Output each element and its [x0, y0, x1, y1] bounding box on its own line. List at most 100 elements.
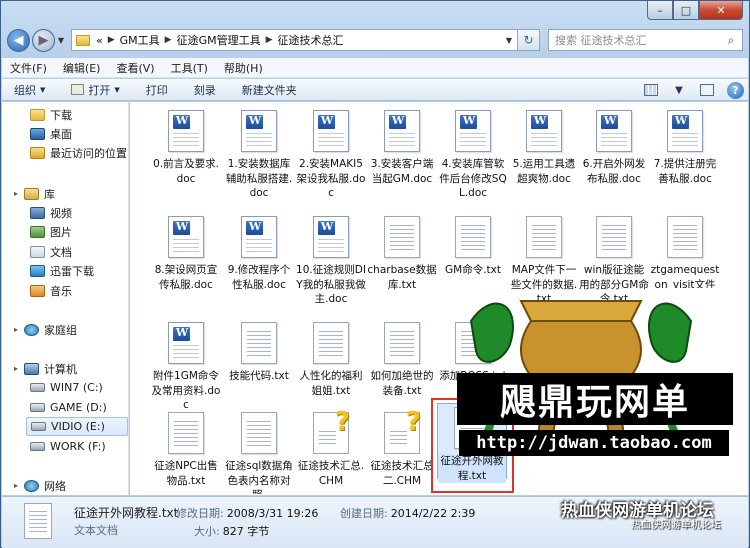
- breadcrumb: « ▶ GM工具 ▶ 征途GM管理工具 ▶ 征途技术总汇: [96, 32, 344, 48]
- view-options-dropdown[interactable]: ▼: [665, 81, 693, 99]
- file-item[interactable]: MAP文件下一些文件的数据.txt: [509, 216, 579, 307]
- downloads-folder-icon: [30, 108, 45, 121]
- view-icon: [644, 84, 658, 96]
- word-document-icon: [241, 110, 277, 152]
- nav-drive-c[interactable]: WIN7 (C:): [30, 378, 103, 397]
- menu-edit[interactable]: 编辑(E): [63, 60, 101, 76]
- nav-documents[interactable]: 文档: [30, 242, 72, 261]
- nav-label: WORK (F:): [50, 440, 106, 453]
- file-item[interactable]: 0.前言及要求.doc: [151, 110, 221, 186]
- menu-help[interactable]: 帮助(H): [224, 60, 263, 76]
- expand-arrow-icon[interactable]: ▸: [14, 481, 18, 490]
- minimize-button[interactable]: –: [647, 1, 673, 20]
- preview-pane-button[interactable]: [693, 81, 721, 99]
- file-item[interactable]: 附件1GM命令及常用资料.doc: [151, 322, 221, 413]
- refresh-button[interactable]: ↻: [518, 29, 540, 51]
- file-name: 5.运用工具遗超爽物.doc: [512, 158, 576, 185]
- menu-view[interactable]: 查看(V): [116, 60, 154, 76]
- details-pane: 征途开外网教程.txt 文本文档 修改日期: 2008/3/31 19:26 创建…: [2, 496, 748, 548]
- nav-pictures[interactable]: 图片: [30, 222, 72, 241]
- nav-downloads[interactable]: 下载: [30, 105, 72, 124]
- file-item[interactable]: 10.征途规则DIY我的私服我做主.doc: [296, 216, 366, 307]
- menu-bar: 文件(F) 编辑(E) 查看(V) 工具(T) 帮助(H): [2, 58, 748, 78]
- nav-computer[interactable]: 计算机: [24, 359, 77, 378]
- file-name: 9.修改程序个性私服.doc: [227, 264, 291, 291]
- file-item[interactable]: ztgamequeston_visit文件全部内容一览...: [650, 216, 720, 288]
- print-button[interactable]: 打印: [146, 82, 168, 98]
- nav-drive-e[interactable]: VIDIO (E:): [26, 417, 128, 436]
- file-item[interactable]: 7.提供注册完善私服.doc: [650, 110, 720, 186]
- address-dropdown-icon[interactable]: ▼: [501, 36, 517, 45]
- breadcrumb-separator-icon[interactable]: ▶: [165, 35, 172, 45]
- nav-music[interactable]: 音乐: [30, 281, 72, 300]
- open-button[interactable]: 打开 ▼: [71, 82, 120, 98]
- text-file-icon: [168, 412, 204, 454]
- breadcrumb-tech-summary[interactable]: 征途技术总汇: [278, 32, 344, 48]
- nav-homegroup[interactable]: 家庭组: [24, 320, 77, 339]
- breadcrumb-gm-tools[interactable]: GM工具: [120, 32, 160, 48]
- file-item[interactable]: 1.安装数据库辅助私服搭建.doc: [224, 110, 294, 201]
- details-modified: 修改日期: 2008/3/31 19:26: [176, 505, 318, 521]
- file-item[interactable]: 2.安装MAKI5 架设我私服.doc: [296, 110, 366, 201]
- expand-arrow-icon[interactable]: ▸: [14, 325, 18, 334]
- file-item[interactable]: win版征途能用的部分GM命令.txt: [579, 216, 649, 307]
- file-item[interactable]: 4.安装库管软件后台修改SQL.doc: [438, 110, 508, 201]
- nav-label: GAME (D:): [50, 401, 107, 414]
- breadcrumb-separator-icon[interactable]: ▶: [266, 35, 273, 45]
- file-item[interactable]: 征途技术汇总二.CHM: [367, 407, 437, 488]
- new-folder-button[interactable]: 新建文件夹: [242, 82, 297, 98]
- nav-recent[interactable]: 最近访问的位置: [30, 143, 127, 162]
- change-view-button[interactable]: [637, 81, 665, 99]
- file-item[interactable]: 8.架设网页宣传私服.doc: [151, 216, 221, 292]
- file-item[interactable]: charbase数据库.txt: [367, 216, 437, 292]
- file-item[interactable]: 3.安装客户端当起GM.doc: [367, 110, 437, 186]
- nav-network[interactable]: 网络: [24, 476, 66, 495]
- nav-drive-d[interactable]: GAME (D:): [30, 398, 107, 417]
- nav-desktop[interactable]: 桌面: [30, 124, 72, 143]
- expand-arrow-icon[interactable]: ▸: [14, 189, 18, 198]
- forward-button[interactable]: ▶: [32, 28, 55, 52]
- file-item[interactable]: GM命令.txt: [438, 216, 508, 278]
- nav-videos[interactable]: 视频: [30, 203, 72, 222]
- recent-pages-dropdown[interactable]: ▼: [55, 36, 67, 45]
- expand-arrow-icon[interactable]: ▸: [14, 364, 18, 373]
- breadcrumb-separator-icon[interactable]: ▶: [108, 35, 115, 45]
- file-name: 征途NPC出售物品.txt: [154, 460, 218, 487]
- file-item[interactable]: 征途技术汇总.CHM: [296, 407, 366, 488]
- nav-library[interactable]: 库: [24, 184, 55, 203]
- nav-thunder[interactable]: 迅雷下载: [30, 261, 94, 280]
- file-item[interactable]: 添加BOSS.txt: [438, 322, 508, 384]
- nav-label: 迅雷下载: [50, 264, 94, 278]
- search-input[interactable]: 搜索 征途技术总汇 ⌕: [548, 29, 743, 51]
- file-item[interactable]: 征途NPC出售物品.txt: [151, 412, 221, 488]
- search-icon[interactable]: ⌕: [720, 33, 742, 48]
- nav-label: 库: [44, 187, 55, 201]
- file-item[interactable]: 9.修改程序个性私服.doc: [224, 216, 294, 292]
- file-item[interactable]: 6.开启外网发布私服.doc: [579, 110, 649, 186]
- back-button[interactable]: ◀: [7, 28, 30, 52]
- text-file-icon: [24, 503, 52, 539]
- nav-label: 最近访问的位置: [50, 146, 127, 160]
- file-list: 0.前言及要求.doc 1.安装数据库辅助私服搭建.doc 2.安装MAKI5 …: [130, 102, 748, 495]
- organize-button[interactable]: 组织 ▼: [14, 82, 45, 98]
- address-bar[interactable]: « ▶ GM工具 ▶ 征途GM管理工具 ▶ 征途技术总汇 ▼: [71, 29, 518, 51]
- breadcrumb-gm-manager[interactable]: 征途GM管理工具: [177, 32, 261, 48]
- file-item[interactable]: 技能代码.txt: [224, 322, 294, 384]
- file-item[interactable]: 人性化的福利姐姐.txt: [296, 322, 366, 398]
- maximize-button[interactable]: □: [673, 1, 699, 20]
- file-item[interactable]: 5.运用工具遗超爽物.doc: [509, 110, 579, 186]
- close-button[interactable]: ✕: [699, 1, 743, 20]
- file-name: 征途sql数据角色表内名称对照.: [225, 460, 293, 494]
- burn-button[interactable]: 刻录: [194, 82, 216, 98]
- file-item[interactable]: 如何加绝世的装备.txt: [367, 322, 437, 398]
- help-button[interactable]: ?: [727, 81, 744, 99]
- menu-file[interactable]: 文件(F): [10, 60, 47, 76]
- text-file-icon: [241, 322, 277, 364]
- nav-label: 文档: [50, 245, 72, 259]
- nav-label: 家庭组: [44, 323, 77, 337]
- file-item[interactable]: 征途sql数据角色表内名称对照.: [224, 412, 294, 494]
- nav-drive-f[interactable]: WORK (F:): [30, 437, 106, 456]
- menu-tools[interactable]: 工具(T): [171, 60, 208, 76]
- breadcrumb-overflow[interactable]: «: [96, 34, 103, 47]
- word-document-icon: [168, 216, 204, 258]
